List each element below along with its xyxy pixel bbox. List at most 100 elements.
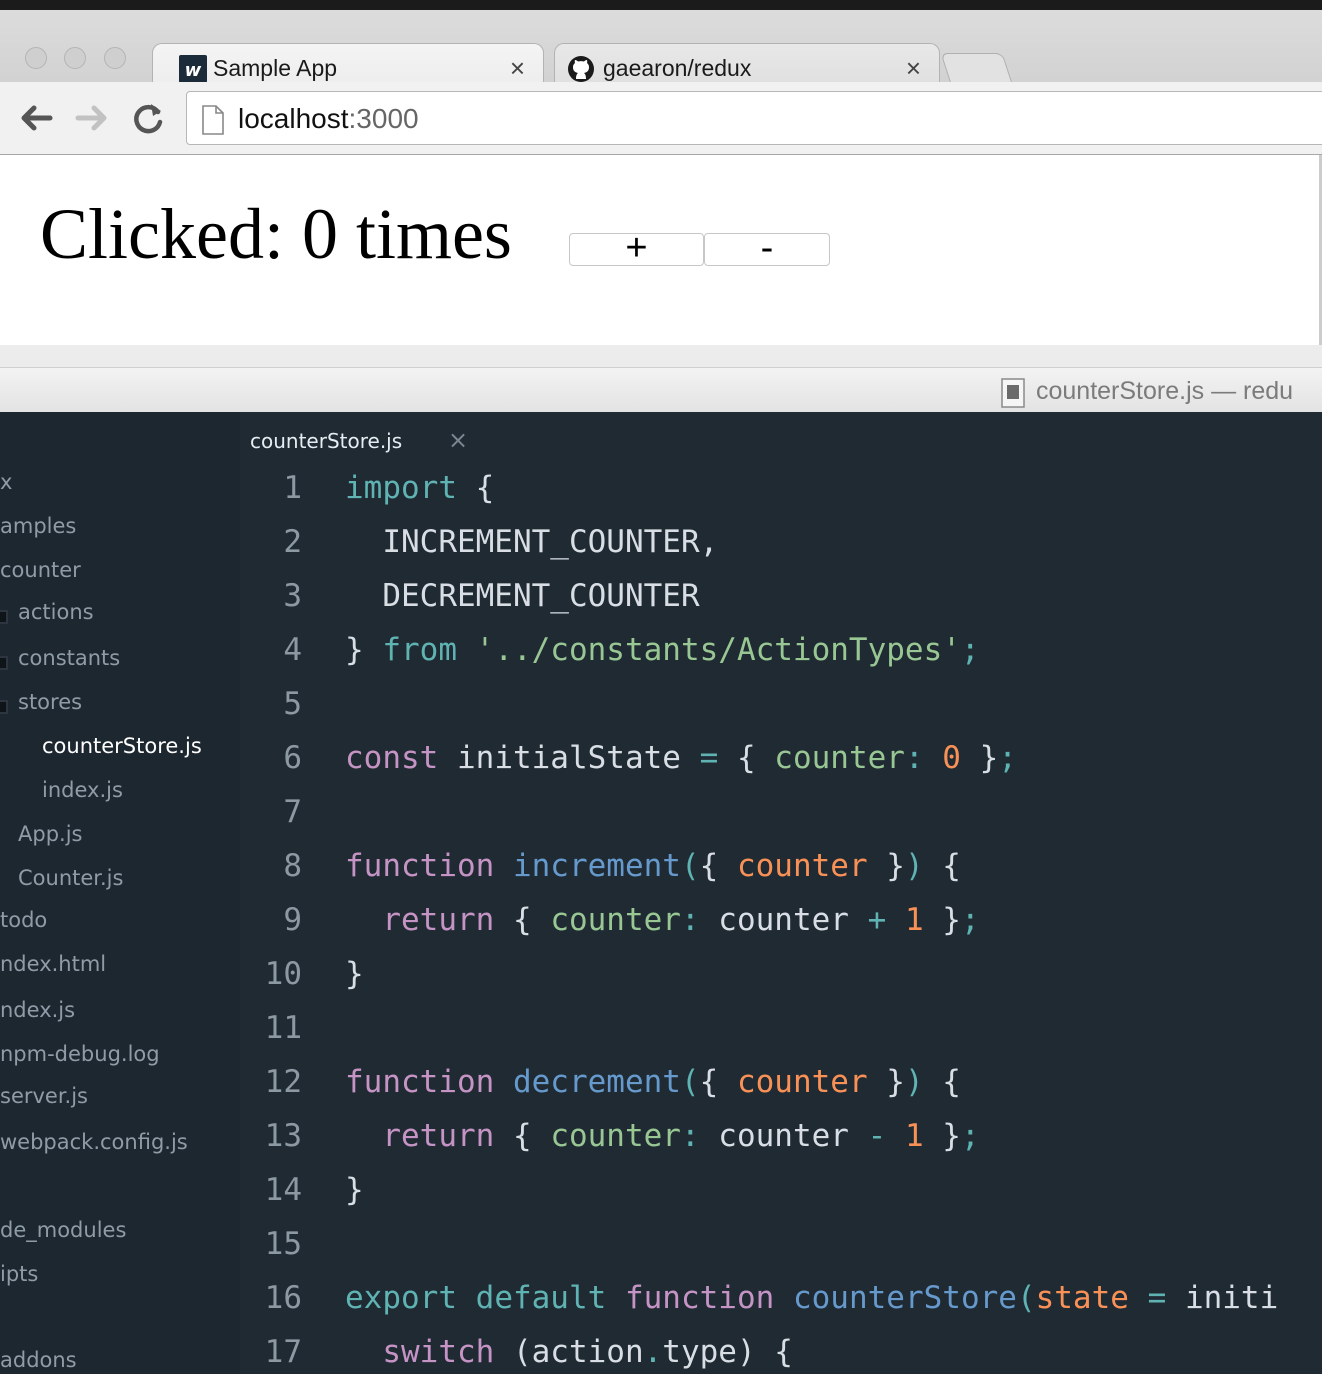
window-separator <box>0 345 1322 367</box>
code-token: ( <box>680 1064 700 1100</box>
code-token: counterStore <box>792 1280 1017 1316</box>
page-icon <box>202 105 224 135</box>
code-token: } <box>345 632 383 668</box>
file-tree-item[interactable]: todo <box>0 908 47 932</box>
zoom-window-button[interactable] <box>104 47 126 69</box>
code-token: INCREMENT_COUNTER, <box>345 524 719 560</box>
code-token: counter <box>699 902 868 938</box>
file-tree-item[interactable]: constants <box>18 646 120 670</box>
line-number: 2 <box>283 524 302 560</box>
document-icon <box>1001 378 1025 408</box>
code-token: = <box>1147 1280 1167 1316</box>
line-number: 11 <box>264 1010 302 1046</box>
code-token: { <box>494 1118 551 1154</box>
code-token: (action <box>494 1334 644 1370</box>
code-token: } <box>960 740 999 776</box>
code-line: switch (action.type) { <box>345 1334 793 1370</box>
line-number: 16 <box>264 1280 302 1316</box>
code-token: } <box>867 848 905 884</box>
code-token: '../constants/ActionTypes' <box>475 632 961 668</box>
file-tree-item[interactable]: ndex.js <box>0 998 75 1022</box>
line-number: 15 <box>264 1226 302 1262</box>
line-number: 6 <box>283 740 302 776</box>
file-tree-item[interactable]: webpack.config.js <box>0 1130 188 1154</box>
file-tree-item[interactable]: addons <box>0 1348 77 1372</box>
code-token: counter <box>550 902 681 938</box>
increment-button[interactable]: + <box>569 229 704 267</box>
browser-tab-strip: w Sample App × gaearon/redux × <box>0 10 1322 93</box>
counter-text: Clicked: 0 times <box>40 194 512 274</box>
editor-title-bar: counterStore.js — redu <box>0 367 1322 413</box>
code-token: } <box>923 902 961 938</box>
forward-arrow-icon[interactable] <box>72 100 112 136</box>
code-token: counter <box>774 740 905 776</box>
reload-icon[interactable] <box>128 100 168 136</box>
file-tree-item[interactable]: index.js <box>42 778 123 802</box>
file-tree-item[interactable]: server.js <box>0 1084 88 1108</box>
code-line: INCREMENT_COUNTER, <box>345 524 718 560</box>
file-tree-item[interactable]: amples <box>0 514 76 538</box>
line-number: 5 <box>283 686 302 722</box>
file-tree-item[interactable]: stores <box>18 690 82 714</box>
address-bar[interactable]: localhost:3000 <box>186 91 1322 145</box>
address-url: localhost:3000 <box>238 103 419 134</box>
code-token: ; <box>998 740 1017 776</box>
decrement-button[interactable]: - <box>704 229 830 267</box>
code-token: import <box>345 470 457 506</box>
code-token: ; <box>960 632 980 668</box>
file-tree-item[interactable]: de_modules <box>0 1218 126 1242</box>
file-tree-item[interactable]: counter <box>0 558 81 582</box>
line-number: 7 <box>283 794 302 830</box>
code-token: export <box>345 1280 457 1316</box>
code-token: function <box>345 848 495 884</box>
file-tree-item[interactable]: App.js <box>18 822 82 846</box>
code-line: function decrement({ counter }) { <box>345 1064 961 1100</box>
code-line: return { counter: counter + 1 }; <box>345 902 979 938</box>
line-number: 8 <box>283 848 302 884</box>
line-number: 14 <box>264 1172 302 1208</box>
code-token: from <box>382 632 457 668</box>
tab-close-icon[interactable]: × <box>906 53 921 84</box>
code-token: ; <box>960 1118 980 1154</box>
code-line: } <box>345 1172 364 1208</box>
code-line: import { <box>345 470 494 506</box>
file-tree-item[interactable]: ipts <box>0 1262 38 1286</box>
editor-tab-close-icon[interactable]: × <box>448 426 468 454</box>
file-tree-item[interactable]: Counter.js <box>18 866 123 890</box>
back-arrow-icon[interactable] <box>16 100 56 136</box>
line-number: 1 <box>283 470 302 506</box>
file-tree-item[interactable]: counterStore.js <box>42 734 202 758</box>
code-token: switch <box>382 1334 495 1370</box>
code-token: } <box>923 1118 961 1154</box>
tab-close-icon[interactable]: × <box>510 53 525 84</box>
line-number: 3 <box>283 578 302 614</box>
file-tree-item[interactable]: x <box>0 470 12 494</box>
code-token: increment <box>512 848 681 884</box>
close-window-button[interactable] <box>25 47 47 69</box>
code-token: ( <box>1016 1280 1036 1316</box>
editor-tab-counterstore[interactable]: counterStore.js <box>250 429 402 453</box>
code-token: function <box>345 1064 495 1100</box>
minimize-window-button[interactable] <box>64 47 86 69</box>
code-token: { <box>718 740 775 776</box>
code-token: { <box>699 1064 737 1100</box>
code-token: DECREMENT_COUNTER <box>345 578 700 614</box>
file-tree-item[interactable]: npm-debug.log <box>0 1042 160 1066</box>
file-tree-item[interactable]: ndex.html <box>0 952 106 976</box>
code-token: + <box>867 902 887 938</box>
file-tree-item[interactable]: actions <box>18 600 94 624</box>
w-logo-icon: w <box>179 55 207 83</box>
code-token: } <box>345 956 364 992</box>
code-token: initialState <box>438 740 700 776</box>
tab-title: Sample App <box>213 55 338 81</box>
file-tree-sidebar: x amples counter actions constants stores coun… <box>0 412 240 1374</box>
code-line: DECREMENT_COUNTER <box>345 578 700 614</box>
code-token: { <box>699 848 737 884</box>
